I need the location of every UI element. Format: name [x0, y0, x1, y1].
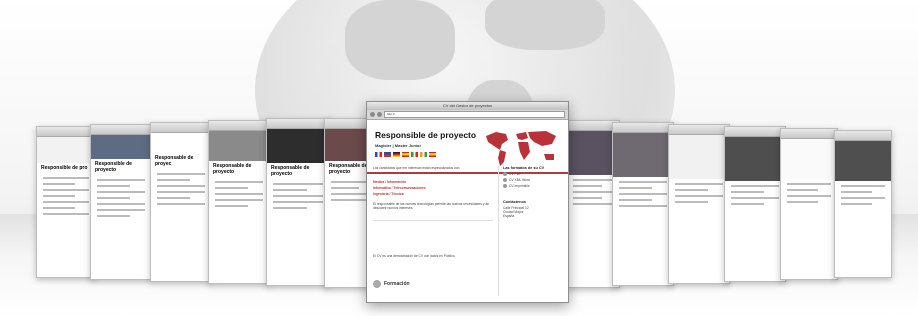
window-title: CV del Gestor de proyectos: [367, 102, 568, 110]
flag-icon[interactable]: [393, 152, 400, 157]
flag-icon[interactable]: [375, 152, 382, 157]
cv-thumbnail[interactable]: Responsable de proyec: [150, 122, 212, 282]
divider: [373, 220, 493, 221]
continent-shape: [345, 0, 455, 80]
format-item[interactable]: CV XML Word: [503, 178, 563, 182]
thumbnail-title: Responsible de proyecto: [95, 161, 132, 173]
forward-icon[interactable]: [377, 112, 382, 117]
thumbnail-title: Responsable de proyecto: [271, 165, 310, 177]
thumbnail-title: Responsible de pro: [41, 165, 88, 171]
print-icon: [503, 184, 507, 188]
column-divider: [498, 166, 499, 296]
section-title: Formación: [384, 281, 410, 287]
cv-thumbnail[interactable]: Responsible de proyecto: [90, 124, 152, 280]
contact-heading: Contáctenos: [503, 200, 526, 204]
cv-thumbnail[interactable]: Responsable de proyecto: [266, 118, 330, 286]
skill-item[interactable]: Medios / Información: [373, 180, 406, 184]
section-bullet-icon: [373, 280, 381, 288]
contact-line: España: [503, 214, 515, 218]
back-icon[interactable]: [370, 112, 375, 117]
language-flags: [375, 152, 436, 157]
cv-thumbnail[interactable]: [668, 124, 730, 284]
cv-thumbnail[interactable]: [724, 126, 786, 282]
address-bar[interactable]: http://...: [384, 111, 565, 118]
flag-icon[interactable]: [411, 152, 418, 157]
continent-shape: [485, 0, 605, 50]
cv-thumbnail[interactable]: Responsable de proyecto: [208, 120, 270, 284]
cv-subtitle: Magister | Master Junior: [375, 143, 422, 148]
skill-item[interactable]: Informática / Telecomunicaciones: [373, 186, 426, 190]
format-item[interactable]: CV PDF: [503, 172, 563, 176]
main-cv-window[interactable]: CV del Gestor de proyectos http://... Re…: [366, 101, 569, 303]
flag-icon[interactable]: [384, 152, 391, 157]
format-item[interactable]: CV Imprimible: [503, 184, 563, 188]
browser-toolbar: http://...: [367, 110, 568, 120]
cv-body-text: El responsable de las nuevas tecnologías…: [373, 202, 490, 210]
skill-item[interactable]: Ingeniería / Técnica: [373, 192, 404, 196]
flag-icon[interactable]: [429, 152, 436, 157]
cv-thumbnail[interactable]: [612, 122, 674, 286]
flag-icon[interactable]: [420, 152, 427, 157]
formats-heading: Las formatos de su CV: [503, 166, 545, 170]
cv-thumbnail[interactable]: [780, 128, 838, 280]
flag-icon[interactable]: [402, 152, 409, 157]
section-formacion: Formación: [373, 280, 410, 288]
cv-thumbnail[interactable]: [834, 130, 892, 278]
intro-text: Los candidatos que me interesan están es…: [373, 166, 461, 170]
pdf-icon: [503, 172, 507, 176]
cv-title: Responsible de proyecto: [375, 130, 477, 140]
cv-thumbnail[interactable]: Responsible de pro: [36, 126, 96, 278]
thumbnail-title: Responsable de proyec: [155, 155, 194, 167]
thumbnail-title: Responsable de proyecto: [213, 163, 252, 175]
cv-footer-text: El CV es una demostración de CV con dato…: [373, 254, 456, 258]
world-map-icon: [486, 131, 556, 166]
word-icon: [503, 178, 507, 182]
cv-sidebar: Las formatos de su CV CV PDF CV XML Word…: [503, 166, 563, 218]
